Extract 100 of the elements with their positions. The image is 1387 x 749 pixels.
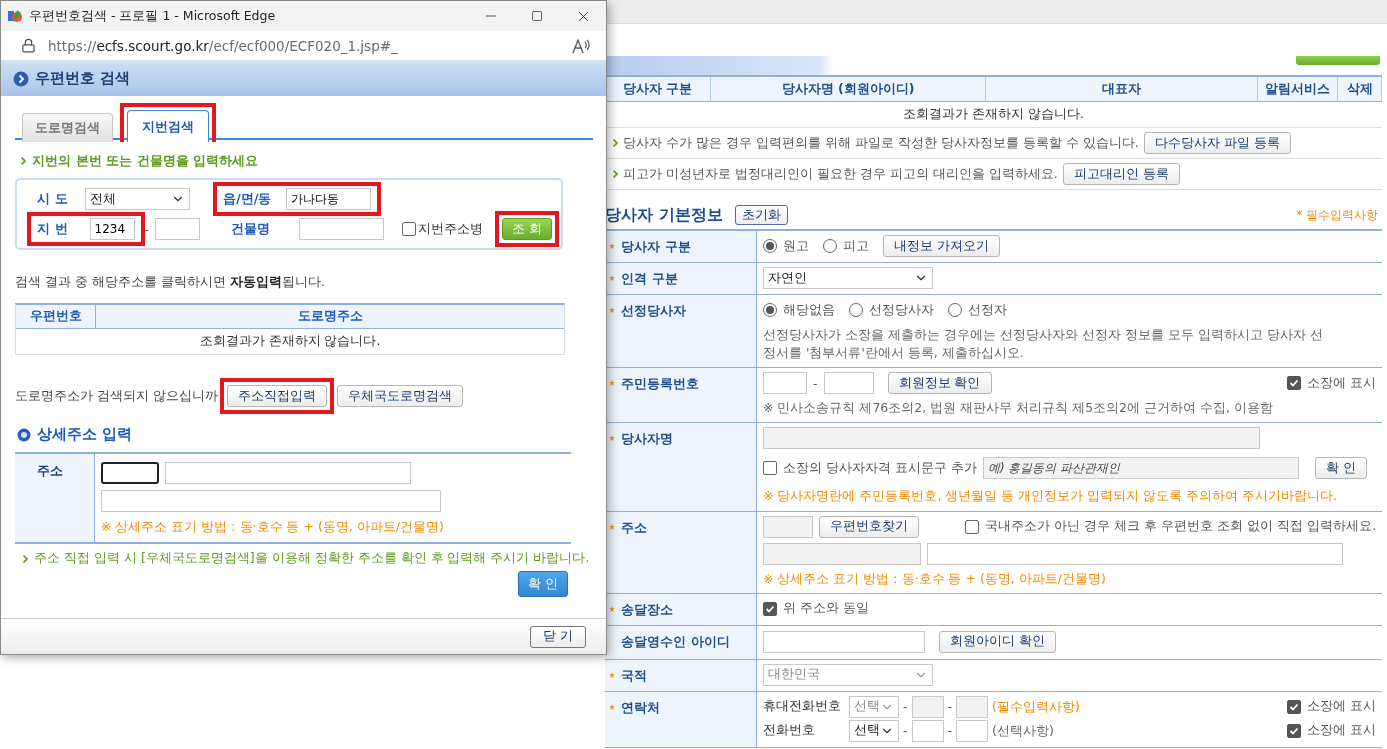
- tip-text: 당사자 수가 많은 경우 입력편의를 위해 파일로 작성한 당사자정보를 등록할 수 있습니다.: [623, 134, 1139, 152]
- tab[interactable]: 도로명검색: [22, 113, 113, 142]
- radio-button[interactable]: [763, 239, 777, 253]
- field-label: 송달영수인 아이디: [621, 632, 730, 651]
- checkbox-label: 지번주소병: [418, 220, 483, 238]
- field-label: 선정당사자: [621, 302, 686, 320]
- postcode-button[interactable]: 우편번호찾기: [819, 515, 919, 538]
- checkbox-label: 소장에 표시: [1307, 722, 1376, 740]
- select-field[interactable]: 자연인: [763, 267, 933, 289]
- field-label: 주소: [621, 518, 647, 537]
- separator: -: [903, 723, 908, 739]
- field-label: 국적: [621, 666, 647, 685]
- chevron-circle-icon: [13, 70, 29, 87]
- radio-button[interactable]: [849, 303, 863, 317]
- option-label: 피고: [843, 237, 869, 255]
- checkbox-label: 위 주소와 동일: [783, 600, 869, 618]
- radio-button[interactable]: [823, 239, 837, 253]
- required-note: * 필수입력사항: [1296, 206, 1378, 224]
- field-label: 당사자명: [621, 430, 673, 449]
- check-icon: [1289, 701, 1299, 712]
- instruction-text: 지번의 본번 또는 건물명을 입력하세요: [32, 152, 259, 170]
- field-label: 시 도: [37, 190, 69, 208]
- field-label: 주소: [15, 454, 95, 543]
- hint-text: (선택사항): [992, 721, 1054, 740]
- column-header: 도로명주소: [96, 305, 564, 329]
- column-header: 대표자: [986, 77, 1258, 102]
- select-field[interactable]: 전체: [85, 188, 190, 210]
- checkbox[interactable]: [763, 601, 777, 616]
- close-button[interactable]: 닫 기: [530, 625, 586, 648]
- bullet-icon: [17, 427, 31, 442]
- chevron-icon: [21, 157, 26, 165]
- checkbox-label: 소장에 표시: [1307, 374, 1376, 392]
- radio-button[interactable]: [763, 303, 777, 317]
- verify-button[interactable]: 회원정보 확인: [887, 372, 992, 395]
- field-label: 읍/면/동: [223, 190, 272, 208]
- field-label: 인격 구분: [621, 270, 678, 288]
- reset-button[interactable]: 초기화: [734, 205, 788, 225]
- field-label: 연락처: [621, 698, 660, 717]
- address-button[interactable]: 우체국도로명검색: [336, 385, 463, 407]
- column-header: 우편번호: [16, 305, 96, 329]
- hint-text: (필수입력사항): [992, 697, 1080, 716]
- field-label: 건물명: [230, 220, 271, 238]
- check-icon: [1289, 725, 1299, 736]
- section-heading: 당사자 기본정보: [605, 204, 723, 226]
- chevron-icon: [613, 170, 618, 178]
- url-text: https://ecfs.scourt.go.kr/ecf/ecf000/ECF020_1.jsp#_: [48, 37, 398, 54]
- checkbox-label: 소장에 표시: [1307, 698, 1376, 716]
- checkbox[interactable]: [1287, 723, 1301, 738]
- verify-button[interactable]: 회원아이디 확인: [939, 630, 1056, 653]
- empty-message: 조회결과가 존재하지 않습니다.: [16, 329, 564, 355]
- input-field[interactable]: 가나다동: [285, 188, 371, 210]
- column-header: 당사자명 (회원아이디): [711, 77, 986, 102]
- field-label: 주민등록번호: [621, 375, 699, 394]
- help-text: ※ 상세주소 표기 방법 : 동·호수 등 + (동명, 아파트/건물명): [101, 518, 445, 536]
- read-aloud-icon[interactable]: [572, 37, 592, 54]
- chevron-icon: [23, 554, 28, 563]
- field-label: 송달장소: [621, 600, 673, 619]
- field-label: 당사자 구분: [621, 238, 691, 256]
- checkbox-label: 소장의 당사자자격 표시문구 추가: [783, 459, 977, 477]
- checkbox[interactable]: [763, 461, 777, 476]
- separator: -: [144, 221, 150, 237]
- help-text: ※ 민사소송규칙 제76조의2, 법원 재판사무 처리규칙 제5조의2에 근거하여 수집, 이용함: [763, 399, 1274, 418]
- field-label: 휴대전화번호: [763, 698, 842, 716]
- checkbox[interactable]: [402, 222, 416, 236]
- column-header: 알림서비스: [1258, 77, 1338, 102]
- address-button[interactable]: 주소직접입력: [226, 385, 327, 407]
- help-text: ※ 상세주소 표기 방법 : 동·호수 등 + (동명, 아파트/건물명): [763, 569, 1107, 588]
- load-info-button[interactable]: 내정보 가져오기: [883, 235, 1000, 257]
- help-text: 선정당사자가 소장을 제출하는 경우에는 선정당사자와 선정자 정보를 모두 입력하시고 당사자 선정서를 '첨부서류'란에서 등록, 제출하십시오.: [763, 326, 1324, 363]
- radio-button[interactable]: [948, 303, 962, 317]
- checkbox[interactable]: [965, 519, 980, 534]
- column-header: 삭제: [1338, 77, 1382, 102]
- lock-icon: [21, 38, 36, 53]
- separator: -: [947, 699, 953, 715]
- hint-text: 검색 결과 중 해당주소를 클릭하시면 자동입력됩니다.: [15, 274, 326, 291]
- field-label: 전화번호: [763, 722, 816, 740]
- input-field[interactable]: 1234: [89, 218, 135, 240]
- window-title: 우편번호검색 - 프로필 1 - Microsoft Edge: [29, 7, 276, 25]
- checkbox-label: 국내주소가 아닌 경우 체크 후 우편번호 조회 없이 직접 입력하세요.: [985, 518, 1376, 535]
- checkbox[interactable]: [1287, 376, 1301, 391]
- empty-message: 조회결과가 존재하지 않습니다.: [605, 102, 1382, 128]
- chevron-icon: [613, 139, 618, 147]
- warning-text: ※ 당사자명란에 주민등록번호, 생년월일 등 개인정보가 입력되지 않도록 주의하여 주시기바랍니다.: [763, 487, 1339, 506]
- column-header: 당사자 구분: [605, 77, 711, 102]
- notice-text: 주소 직접 입력 시 [우체국도로명검색]을 이용해 정확한 주소를 확인 후 입력해 주시기 바랍니다.: [34, 550, 590, 568]
- separator: -: [813, 375, 818, 391]
- popup-heading: 우편번호 검색: [35, 69, 131, 88]
- tip-text: 피고가 미성년자로 법정대리인이 필요한 경우 피고의 대리인을 입력하세요.: [623, 165, 1058, 183]
- prompt-text: 도로명주소가 검색되지 않으십니까: [15, 387, 218, 405]
- partial-button[interactable]: [1296, 56, 1380, 65]
- select-field[interactable]: 선택: [849, 719, 899, 742]
- input-field[interactable]: [101, 462, 159, 484]
- option-label: 선정자: [968, 301, 1007, 319]
- register-button[interactable]: 피고대리인 등록: [1062, 163, 1180, 185]
- confirm-button[interactable]: 확 인: [1314, 457, 1367, 480]
- register-button[interactable]: 다수당사자 파일 등록: [1143, 132, 1291, 154]
- option-label: 선정당사자: [869, 301, 934, 319]
- tab[interactable]: 지번검색: [127, 110, 209, 142]
- field-label: 지 번: [37, 220, 68, 238]
- separator: -: [903, 699, 908, 715]
